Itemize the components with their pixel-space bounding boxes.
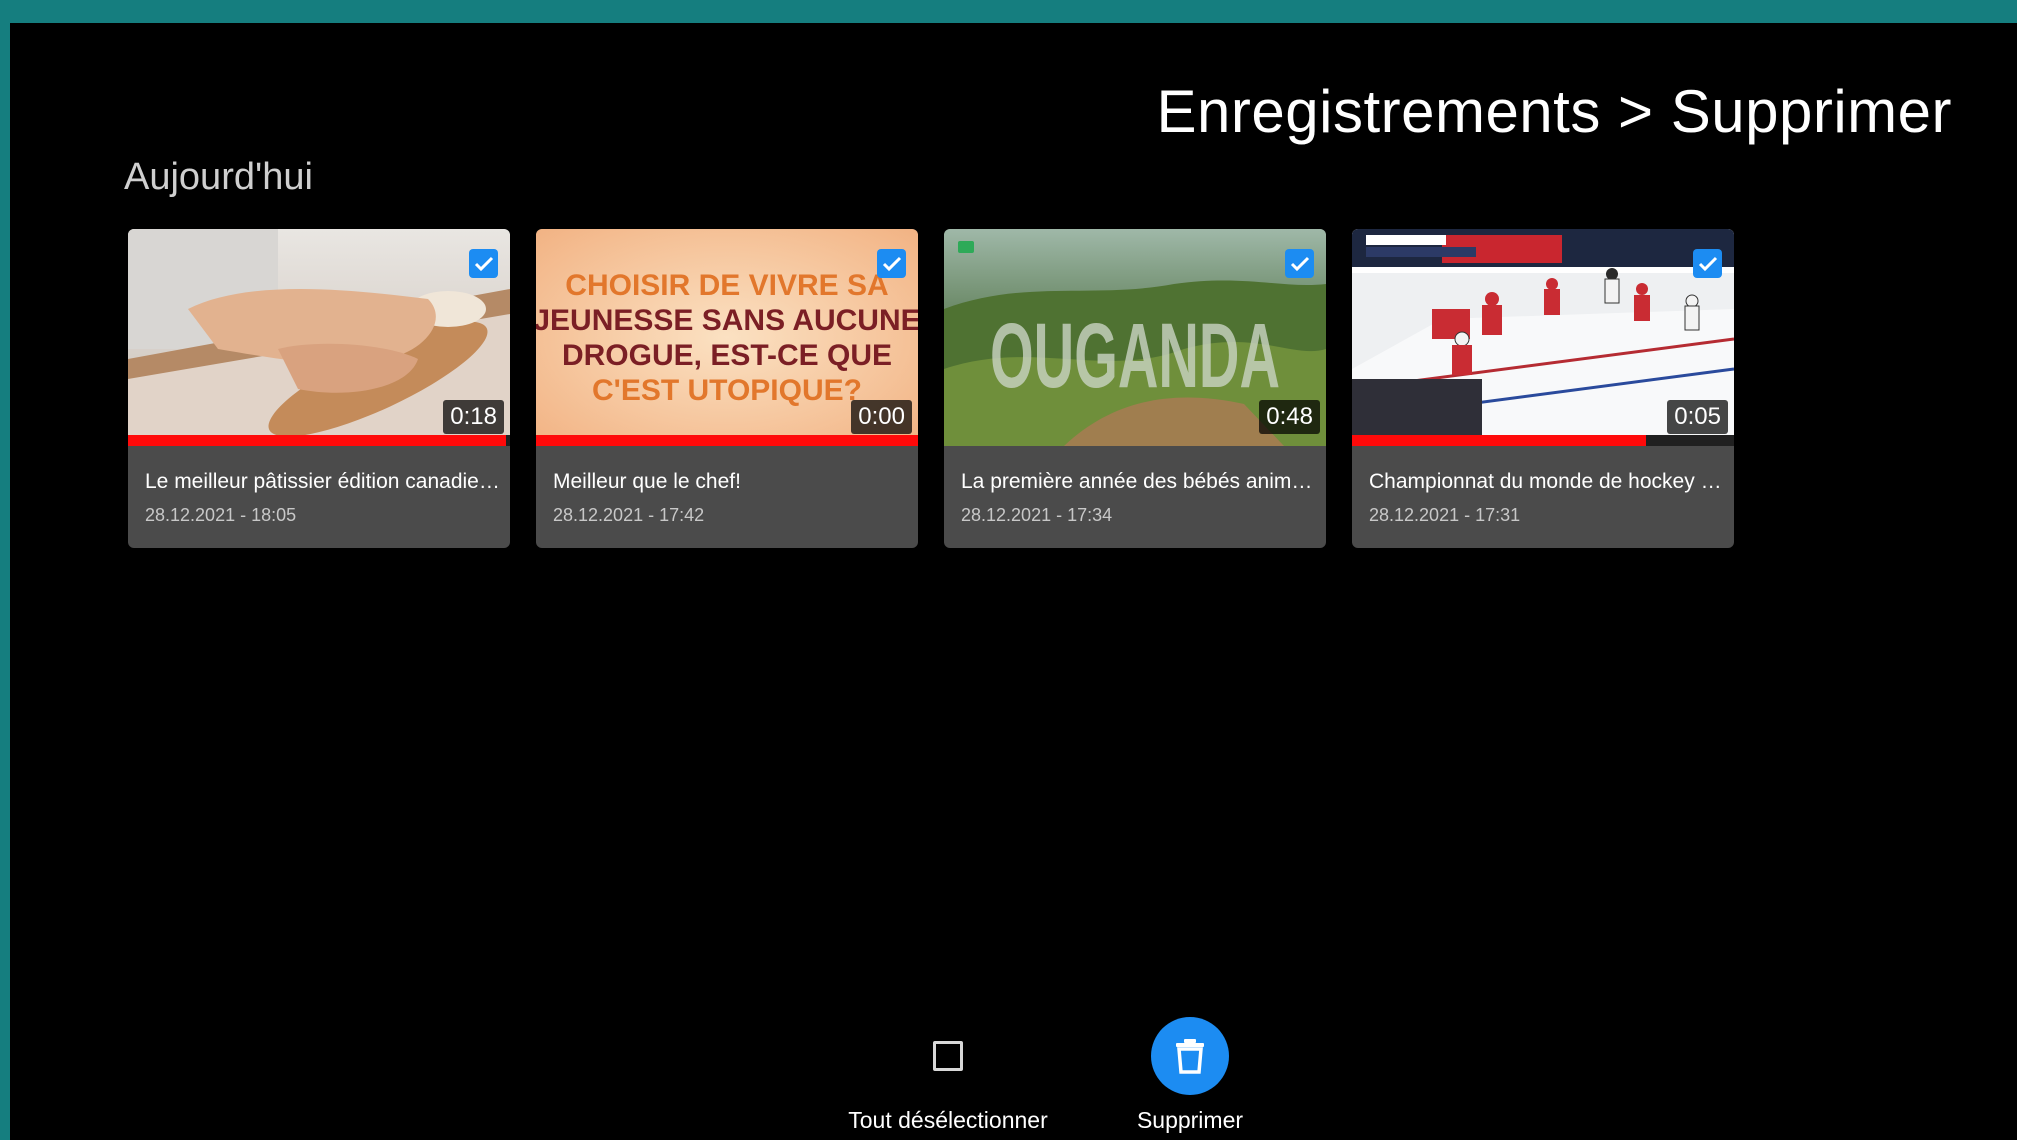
selected-checkbox[interactable] — [1285, 249, 1314, 278]
action-bar: Tout désélectionner Supprimer — [10, 1017, 2017, 1140]
thumbnail-text-line: C'EST UTOPIQUE? — [592, 374, 862, 407]
recordings-list: 0:18 Le meilleur pâtissier édition canad… — [128, 229, 1734, 548]
delete-icon-wrap — [1151, 1017, 1229, 1095]
recording-thumbnail: CHOISIR DE VIVRE SA JEUNESSE SANS AUCUNE… — [536, 229, 918, 446]
checkmark-icon — [882, 256, 901, 271]
selected-checkbox[interactable] — [1693, 249, 1722, 278]
recording-date: 28.12.2021 - 18:05 — [145, 505, 297, 525]
recording-title: Championnat du monde de hockey ju... — [1369, 470, 1724, 493]
section-title: Aujourd'hui — [124, 156, 313, 198]
recording-card[interactable]: 0:05 Championnat du monde de hockey ju..… — [1352, 229, 1734, 548]
recording-date: 28.12.2021 - 17:34 — [961, 505, 1113, 525]
progress-bar — [128, 435, 510, 446]
recording-date: 28.12.2021 - 17:31 — [1369, 505, 1521, 525]
recording-card[interactable]: CHOISIR DE VIVRE SA JEUNESSE SANS AUCUNE… — [536, 229, 918, 548]
recording-card[interactable]: OUGANDA 0:48 La première année des bébés… — [944, 229, 1326, 548]
trash-icon — [1176, 1039, 1204, 1074]
thumbnail-title: OUGANDA — [990, 305, 1280, 407]
recordings-delete-screen: Enregistrements > Supprimer Aujourd'hui — [10, 23, 2017, 1140]
checkmark-icon — [474, 256, 493, 271]
recording-title: Le meilleur pâtissier édition canadien..… — [145, 470, 500, 493]
thumbnail-text-line: CHOISIR DE VIVRE SA — [565, 269, 888, 302]
checkmark-icon — [1698, 256, 1717, 271]
deselect-all-button[interactable]: Tout désélectionner — [830, 1017, 1066, 1134]
selected-checkbox[interactable] — [877, 249, 906, 278]
duration-badge: 0:18 — [443, 400, 504, 434]
progress-fill — [128, 435, 507, 446]
recording-title: Meilleur que le chef! — [553, 470, 741, 493]
deselect-icon-wrap — [909, 1017, 987, 1095]
recording-title: La première année des bébés animaux — [961, 470, 1316, 493]
thumbnail-text-line: DROGUE, EST-CE QUE — [562, 339, 892, 372]
progress-bar — [536, 435, 918, 446]
duration-badge: 0:00 — [851, 400, 912, 434]
empty-checkbox-icon — [933, 1041, 963, 1071]
recording-date: 28.12.2021 - 17:42 — [553, 505, 705, 525]
page-title: Enregistrements > Supprimer — [1156, 78, 1952, 145]
deselect-all-label: Tout désélectionner — [848, 1107, 1048, 1133]
progress-fill — [1352, 435, 1647, 446]
checkmark-icon — [1290, 256, 1309, 271]
duration-badge: 0:05 — [1667, 400, 1728, 434]
selected-checkbox[interactable] — [469, 249, 498, 278]
recording-thumbnail: OUGANDA 0:48 — [944, 229, 1326, 446]
progress-bar — [1352, 435, 1734, 446]
delete-button[interactable]: Supprimer — [1090, 1017, 1290, 1134]
thumbnail-text-line: JEUNESSE SANS AUCUNE — [536, 304, 918, 337]
recording-thumbnail: 0:05 — [1352, 229, 1734, 446]
recording-thumbnail: 0:18 — [128, 229, 510, 446]
progress-fill — [536, 435, 918, 446]
delete-label: Supprimer — [1136, 1107, 1244, 1133]
recording-card[interactable]: 0:18 Le meilleur pâtissier édition canad… — [128, 229, 510, 548]
duration-badge: 0:48 — [1259, 400, 1320, 434]
